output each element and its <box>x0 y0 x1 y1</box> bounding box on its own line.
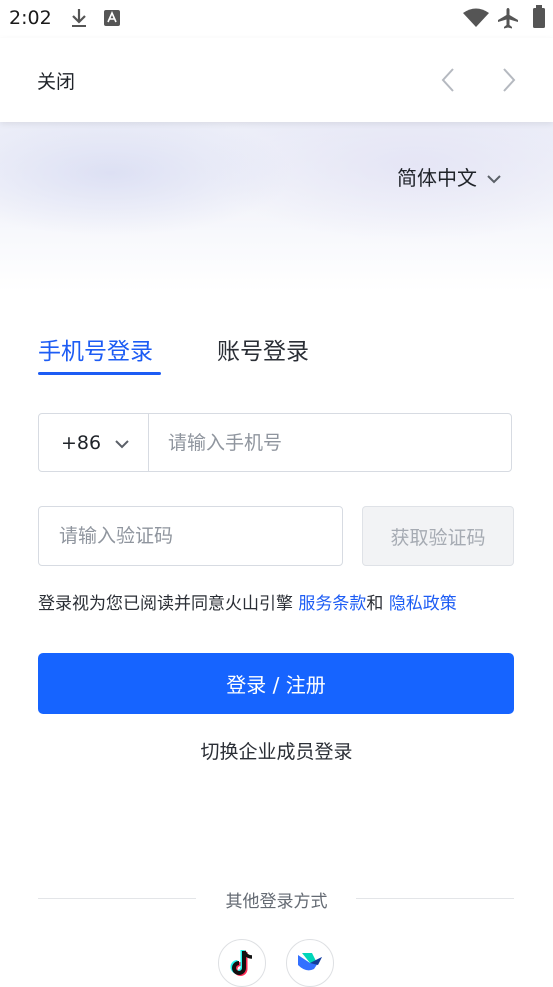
switch-enterprise-login-link[interactable]: 切换企业成员登录 <box>0 737 553 764</box>
app-notification-icon <box>104 10 120 30</box>
status-time: 2:02 <box>9 7 52 29</box>
chevron-down-icon <box>487 165 501 189</box>
login-register-button[interactable]: 登录 / 注册 <box>38 653 514 714</box>
agreement-text: 登录视为您已阅读并同意火山引擎 服务条款和 隐私政策 <box>38 589 457 614</box>
status-bar: 2:02 <box>0 0 553 38</box>
wifi-icon <box>463 8 489 32</box>
forward-arrow-icon[interactable] <box>501 67 517 97</box>
chevron-down-icon <box>115 432 129 454</box>
phone-input[interactable] <box>150 414 510 471</box>
divider-right <box>356 898 514 899</box>
download-icon <box>70 7 88 33</box>
terms-of-service-link[interactable]: 服务条款 <box>298 594 366 614</box>
airplane-mode-icon <box>496 6 520 34</box>
close-button[interactable]: 关闭 <box>37 67 75 94</box>
country-code-select[interactable]: +86 <box>39 414 149 471</box>
battery-icon <box>532 5 546 33</box>
language-selector[interactable]: 简体中文 <box>397 162 501 191</box>
douyin-icon[interactable] <box>218 939 266 987</box>
country-code-value: +86 <box>61 431 102 454</box>
get-code-button[interactable]: 获取验证码 <box>362 506 514 566</box>
feishu-icon[interactable] <box>286 939 334 987</box>
tab-account-login[interactable]: 账号登录 <box>217 332 309 366</box>
tab-phone-login[interactable]: 手机号登录 <box>38 332 153 366</box>
agreement-connector: 和 <box>366 594 389 614</box>
top-nav-bar: 关闭 <box>0 38 553 122</box>
back-arrow-icon[interactable] <box>440 67 456 97</box>
hero-background <box>0 122 553 292</box>
phone-field-group: +86 <box>38 413 512 472</box>
language-label: 简体中文 <box>397 166 477 190</box>
active-tab-indicator <box>38 372 161 375</box>
other-login-label: 其他登录方式 <box>225 892 328 912</box>
verification-code-input[interactable] <box>38 506 343 566</box>
agreement-prefix: 登录视为您已阅读并同意火山引擎 <box>38 594 299 614</box>
privacy-policy-link[interactable]: 隐私政策 <box>389 594 457 614</box>
